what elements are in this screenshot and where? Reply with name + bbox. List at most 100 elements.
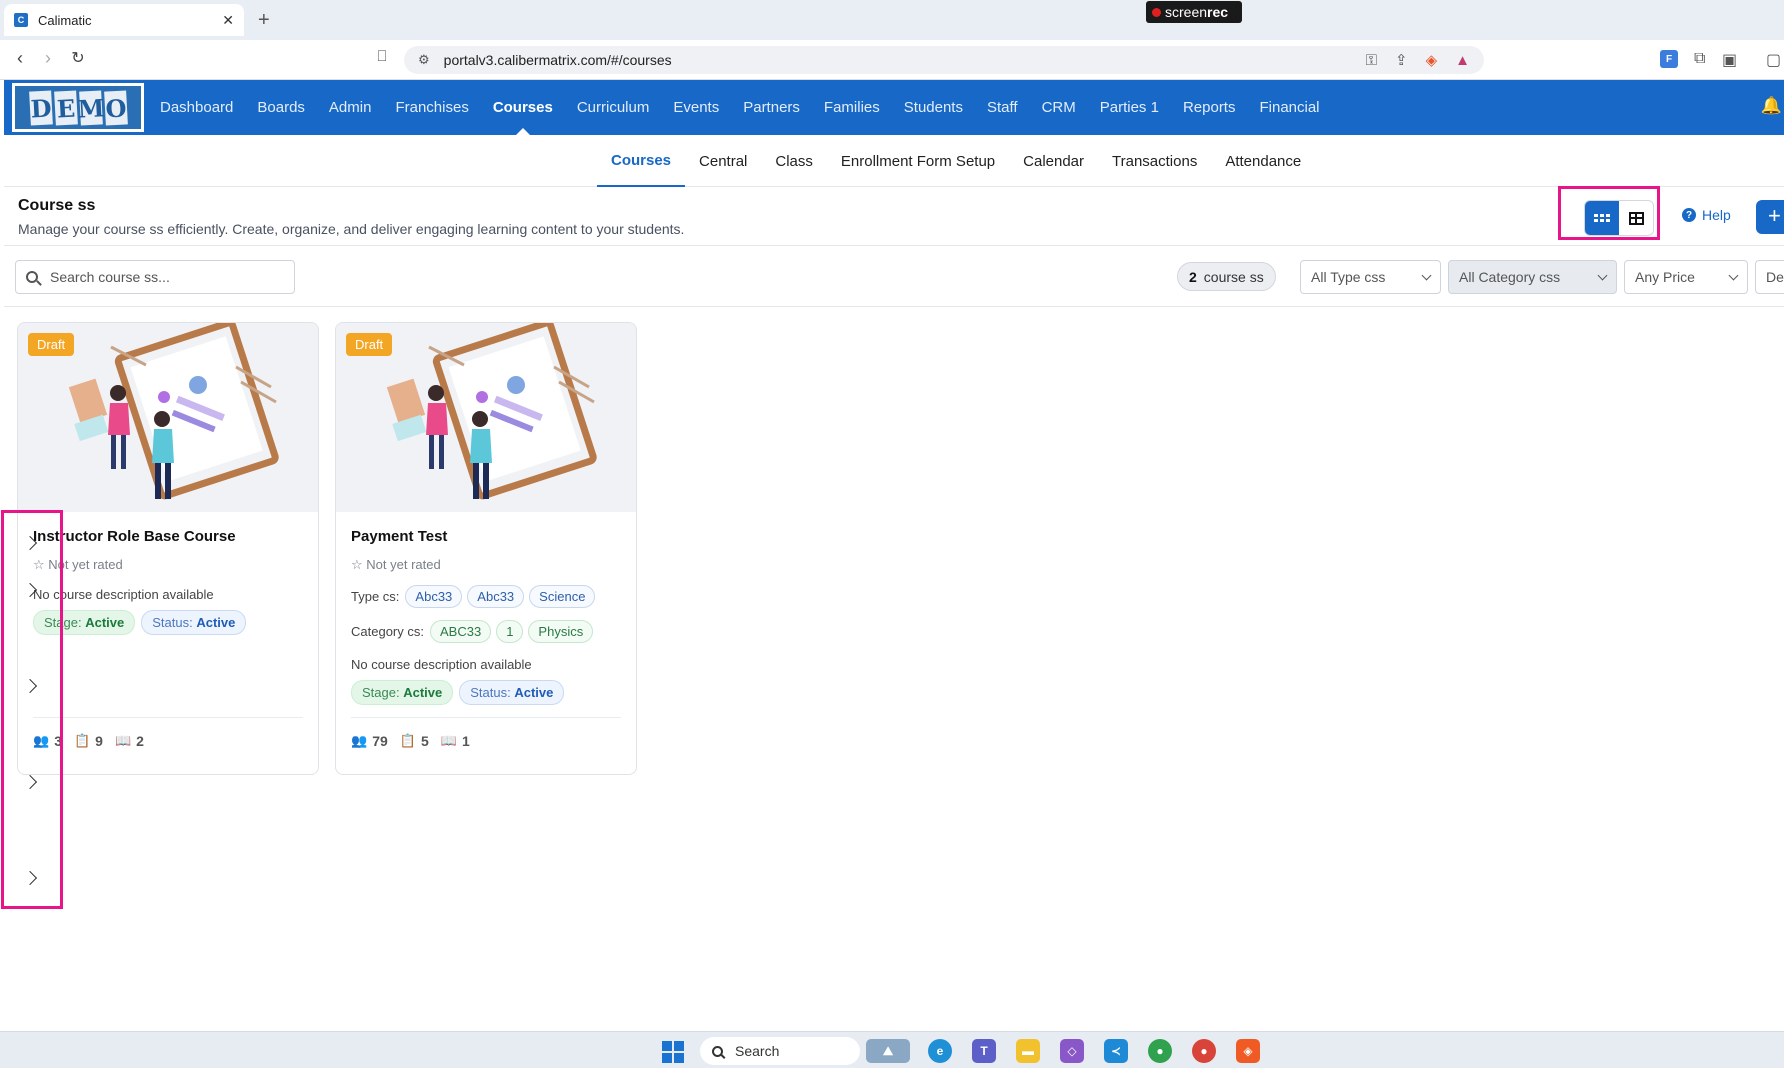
site-info-icon[interactable]: ⚙ <box>418 52 430 68</box>
menu-item-courses[interactable]: Courses <box>493 80 553 135</box>
visual-studio-icon[interactable]: ◇ <box>1060 1039 1084 1063</box>
vscode-icon[interactable]: ≺ <box>1104 1039 1128 1063</box>
search-input[interactable] <box>50 269 280 285</box>
price-filter-dropdown[interactable]: Any Price <box>1624 260 1748 294</box>
type-filter-dropdown[interactable]: All Type css <box>1300 260 1441 294</box>
course-count-label: course ss <box>1203 268 1264 285</box>
url-text[interactable]: portalv3.calibermatrix.com/#/courses <box>444 52 1348 68</box>
browser-tab[interactable]: C Calimatic ✕ <box>4 4 244 36</box>
menu-item-curriculum[interactable]: Curriculum <box>577 80 650 135</box>
lessons-stat: 📖 2 <box>114 733 144 749</box>
windows-start-icon[interactable] <box>662 1041 684 1063</box>
tab-courses[interactable]: Courses <box>597 135 686 187</box>
back-icon[interactable]: ‹ <box>8 48 32 69</box>
category-label: Category cs: <box>351 624 424 639</box>
page-title: Course ss <box>18 197 96 214</box>
card-divider <box>33 717 303 718</box>
menu-item-reports[interactable]: Reports <box>1183 80 1236 135</box>
chevron-down-icon <box>1728 270 1739 280</box>
course-card[interactable]: Draft Payment Test ☆ Not yet rated Type … <box>335 322 637 775</box>
extensions-puzzle-icon[interactable]: ⧉ <box>1694 50 1705 68</box>
taskbar-search[interactable]: Search <box>700 1037 860 1065</box>
extra-filter-value: De <box>1766 269 1784 285</box>
course-title[interactable]: Payment Test <box>351 528 447 545</box>
menu-item-boards[interactable]: Boards <box>257 80 305 135</box>
draft-badge: Draft <box>28 333 75 356</box>
bookmark-icon[interactable]: ⎕ <box>370 48 394 65</box>
course-title[interactable]: Instructor Role Base Course <box>33 528 236 545</box>
clipboard-icon: 📋 <box>399 733 416 748</box>
lessons-stat: 📖 1 <box>440 733 470 749</box>
menu-item-students[interactable]: Students <box>904 80 963 135</box>
tab-enrollment-form-setup[interactable]: Enrollment Form Setup <box>827 135 1009 187</box>
help-label: Help <box>1702 207 1731 223</box>
menu-item-staff[interactable]: Staff <box>987 80 1018 135</box>
search-icon <box>712 1045 723 1057</box>
status-badge: Status: Active <box>459 680 565 705</box>
tab-transactions[interactable]: Transactions <box>1098 135 1211 187</box>
main-menu: Dashboard Boards Admin Franchises Courses Cur… <box>160 80 1344 135</box>
brave-icon[interactable]: ◈ <box>1236 1039 1260 1063</box>
course-illustration: Draft <box>336 323 636 512</box>
calimatic-favicon-icon: C <box>14 13 28 27</box>
share-icon[interactable]: ⇪ <box>1395 51 1408 69</box>
os-taskbar: Search ⛰ e T ▬ ◇ ≺ ● ● ◈ <box>0 1031 1784 1068</box>
menu-item-events[interactable]: Events <box>673 80 719 135</box>
status-row: Stage: Active Status: Active <box>33 610 252 635</box>
course-stats: 👥 79 📋 5 📖 1 <box>351 733 482 749</box>
app-header: DEMO Dashboard Boards Admin Franchises Cours… <box>4 80 1784 135</box>
menu-item-parties-1[interactable]: Parties 1 <box>1100 80 1159 135</box>
key-icon[interactable]: ⚿ <box>1366 52 1377 69</box>
category-filter-dropdown[interactable]: All Category css <box>1448 260 1617 294</box>
weather-widget-icon[interactable]: ⛰ <box>866 1039 910 1063</box>
menu-item-franchises[interactable]: Franchises <box>395 80 468 135</box>
course-description: No course description available <box>351 657 532 672</box>
tab-calendar[interactable]: Calendar <box>1009 135 1098 187</box>
menu-item-admin[interactable]: Admin <box>329 80 372 135</box>
teams-icon[interactable]: T <box>972 1039 996 1063</box>
help-link[interactable]: ? Help <box>1682 207 1731 223</box>
edge-icon[interactable]: e <box>928 1039 952 1063</box>
chrome-profile-icon[interactable]: ● <box>1192 1039 1216 1063</box>
type-filter-value: All Type css <box>1311 269 1386 285</box>
add-course-button[interactable]: + <box>1756 200 1784 234</box>
search-icon <box>26 271 38 283</box>
tab-attendance[interactable]: Attendance <box>1211 135 1315 187</box>
type-chip: Abc33 <box>405 585 463 608</box>
course-illustration: Draft <box>18 323 318 512</box>
book-icon: 📖 <box>440 733 457 748</box>
extension-f-icon[interactable]: F <box>1660 50 1678 68</box>
tab-central[interactable]: Central <box>685 135 761 187</box>
chrome-icon[interactable]: ● <box>1148 1039 1172 1063</box>
close-tab-icon[interactable]: ✕ <box>222 12 234 29</box>
search-box[interactable] <box>15 260 295 294</box>
menu-item-partners[interactable]: Partners <box>743 80 800 135</box>
demo-logo[interactable]: DEMO <box>12 83 144 132</box>
browser-tabbar: C Calimatic ✕ + screen rec <box>0 0 1784 40</box>
rewards-triangle-icon[interactable]: ▲ <box>1455 52 1470 69</box>
page-header: Course ss Manage your course ss efficien… <box>4 188 1784 246</box>
new-tab-icon[interactable]: + <box>258 9 270 32</box>
address-bar[interactable]: ⚙ portalv3.calibermatrix.com/#/courses ⚿… <box>404 46 1484 74</box>
file-explorer-icon[interactable]: ▬ <box>1016 1039 1040 1063</box>
category-chip: ABC33 <box>429 620 492 643</box>
record-dot-icon <box>1152 7 1161 17</box>
forward-icon[interactable]: › <box>36 48 60 69</box>
clipboard-icon: 📋 <box>73 733 91 748</box>
reload-icon[interactable]: ↻ <box>66 48 90 68</box>
sidebar-icon[interactable]: ▣ <box>1722 50 1737 70</box>
users-icon: 👥 <box>351 733 368 748</box>
extra-filter-dropdown[interactable]: De <box>1755 260 1784 294</box>
status-row: Stage: Active Status: Active <box>351 680 570 705</box>
brave-shield-icon[interactable]: ◈ <box>1426 51 1438 69</box>
menu-item-financial[interactable]: Financial <box>1259 80 1319 135</box>
notification-bell-icon[interactable]: 🔔 <box>1761 96 1782 116</box>
window-icon[interactable]: ▢ <box>1766 50 1781 70</box>
tab-class[interactable]: Class <box>761 135 827 187</box>
menu-item-dashboard[interactable]: Dashboard <box>160 80 233 135</box>
type-label: Type cs: <box>351 589 400 604</box>
menu-item-crm[interactable]: CRM <box>1042 80 1076 135</box>
highlight-annotation-expanders <box>1 510 63 909</box>
classes-stat: 📋 9 <box>73 733 103 749</box>
menu-item-families[interactable]: Families <box>824 80 880 135</box>
